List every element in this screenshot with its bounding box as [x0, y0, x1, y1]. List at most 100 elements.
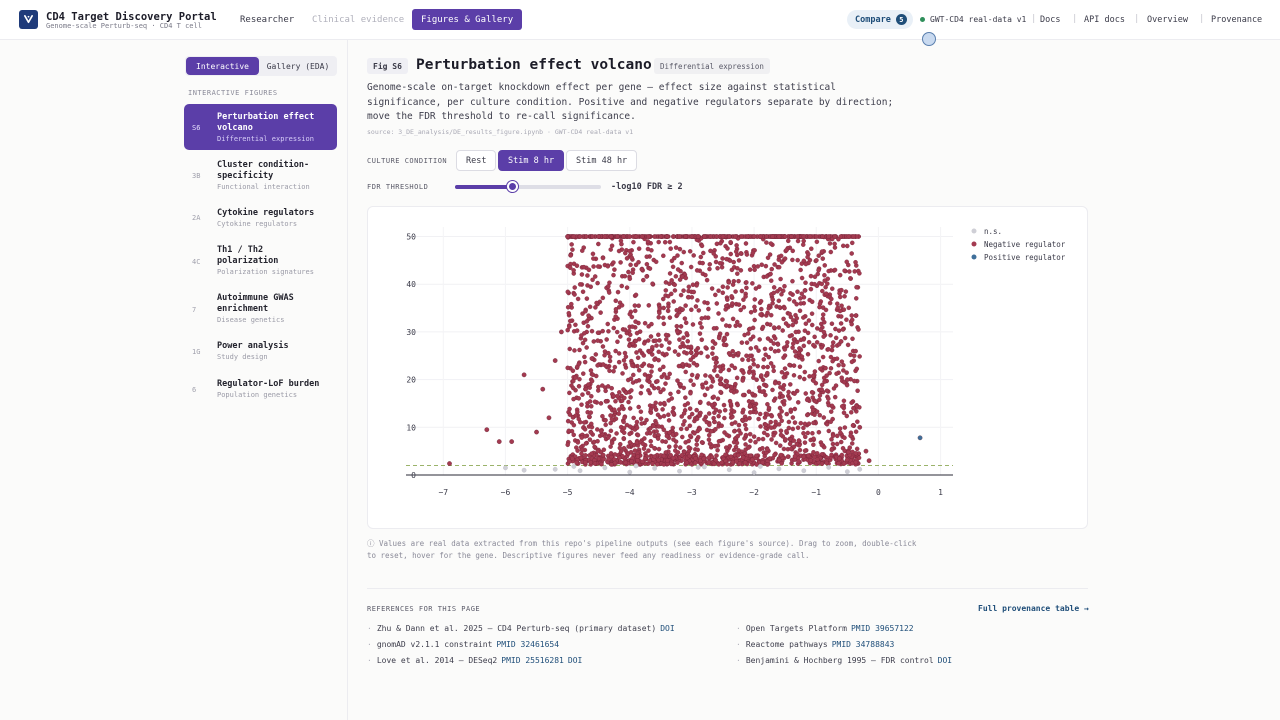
- negative-regulator-point[interactable]: [697, 426, 702, 432]
- negative-regulator-point[interactable]: [805, 453, 811, 458]
- negative-regulator-point[interactable]: [761, 357, 767, 362]
- negative-regulator-point[interactable]: [685, 401, 691, 406]
- negative-regulator-point[interactable]: [635, 454, 640, 459]
- negative-regulator-point[interactable]: [674, 307, 680, 313]
- negative-regulator-point[interactable]: [796, 459, 801, 464]
- negative-regulator-point[interactable]: [695, 234, 701, 239]
- negative-regulator-point[interactable]: [677, 234, 682, 239]
- negative-regulator-point[interactable]: [687, 363, 692, 368]
- negative-regulator-point[interactable]: [582, 354, 587, 360]
- negative-regulator-point[interactable]: [618, 442, 623, 447]
- negative-regulator-point[interactable]: [712, 443, 718, 449]
- negative-regulator-point[interactable]: [733, 323, 738, 328]
- negative-regulator-point[interactable]: [567, 390, 572, 396]
- negative-regulator-point[interactable]: [574, 328, 580, 333]
- reference-pmid-link[interactable]: PMID 25516281: [501, 656, 564, 665]
- negative-regulator-point[interactable]: [748, 438, 753, 444]
- negative-regulator-point[interactable]: [769, 413, 775, 419]
- negative-regulator-point[interactable]: [721, 402, 727, 408]
- negative-regulator-point[interactable]: [830, 358, 835, 364]
- negative-regulator-point[interactable]: [660, 407, 665, 412]
- negative-regulator-point[interactable]: [735, 402, 740, 408]
- negative-regulator-point[interactable]: [639, 384, 644, 389]
- negative-regulator-point[interactable]: [646, 363, 652, 368]
- negative-regulator-point[interactable]: [769, 266, 774, 272]
- negative-regulator-point[interactable]: [850, 336, 855, 342]
- negative-regulator-point[interactable]: [670, 432, 676, 437]
- negative-regulator-point[interactable]: [661, 427, 667, 432]
- ns-point[interactable]: [695, 465, 701, 470]
- negative-regulator-point[interactable]: [726, 351, 732, 356]
- negative-regulator-point[interactable]: [824, 373, 829, 378]
- negative-regulator-point[interactable]: [841, 398, 847, 404]
- negative-regulator-point[interactable]: [840, 327, 846, 332]
- negative-regulator-point[interactable]: [765, 447, 770, 452]
- negative-regulator-point[interactable]: [670, 234, 676, 239]
- negative-regulator-point[interactable]: [816, 429, 822, 435]
- negative-regulator-point[interactable]: [747, 353, 753, 359]
- negative-regulator-point[interactable]: [841, 363, 846, 368]
- negative-regulator-point[interactable]: [712, 368, 717, 373]
- negative-regulator-point[interactable]: [689, 411, 695, 417]
- negative-regulator-point[interactable]: [805, 254, 810, 260]
- negative-regulator-point[interactable]: [752, 406, 758, 411]
- negative-regulator-point[interactable]: [621, 387, 626, 392]
- negative-regulator-point[interactable]: [781, 398, 787, 404]
- negative-regulator-point[interactable]: [566, 428, 572, 434]
- negative-regulator-point[interactable]: [819, 442, 825, 448]
- negative-regulator-point[interactable]: [607, 358, 613, 364]
- negative-regulator-point[interactable]: [667, 315, 673, 320]
- negative-regulator-point[interactable]: [795, 400, 801, 405]
- negative-regulator-point[interactable]: [781, 355, 786, 360]
- negative-regulator-point[interactable]: [572, 285, 577, 290]
- negative-regulator-point[interactable]: [853, 459, 859, 465]
- negative-regulator-point[interactable]: [583, 460, 588, 465]
- negative-regulator-point[interactable]: [546, 415, 552, 421]
- negative-regulator-point[interactable]: [787, 362, 792, 368]
- negative-regulator-point[interactable]: [740, 392, 746, 398]
- negative-regulator-point[interactable]: [727, 443, 733, 449]
- negative-regulator-point[interactable]: [758, 312, 763, 317]
- negative-regulator-point[interactable]: [830, 433, 836, 439]
- negative-regulator-point[interactable]: [834, 371, 839, 376]
- negative-regulator-point[interactable]: [801, 454, 807, 460]
- negative-regulator-point[interactable]: [613, 307, 619, 312]
- negative-regulator-point[interactable]: [585, 404, 590, 409]
- negative-regulator-point[interactable]: [737, 323, 743, 328]
- negative-regulator-point[interactable]: [787, 396, 792, 401]
- negative-regulator-point[interactable]: [770, 234, 776, 239]
- negative-regulator-point[interactable]: [635, 355, 641, 361]
- negative-regulator-point[interactable]: [571, 422, 577, 428]
- negative-regulator-point[interactable]: [793, 329, 799, 335]
- negative-regulator-point[interactable]: [757, 337, 762, 342]
- negative-regulator-point[interactable]: [703, 345, 708, 350]
- negative-regulator-point[interactable]: [740, 378, 745, 383]
- negative-regulator-point[interactable]: [715, 447, 720, 453]
- negative-regulator-point[interactable]: [783, 321, 789, 326]
- negative-regulator-point[interactable]: [811, 378, 816, 383]
- negative-regulator-point[interactable]: [851, 234, 856, 239]
- negative-regulator-point[interactable]: [586, 414, 592, 419]
- negative-regulator-point[interactable]: [826, 268, 831, 274]
- negative-regulator-point[interactable]: [824, 460, 829, 466]
- negative-regulator-point[interactable]: [652, 357, 657, 362]
- negative-regulator-point[interactable]: [661, 305, 666, 311]
- negative-regulator-point[interactable]: [611, 272, 616, 278]
- negative-regulator-point[interactable]: [589, 328, 595, 334]
- negative-regulator-point[interactable]: [765, 432, 770, 438]
- negative-regulator-point[interactable]: [609, 454, 614, 460]
- negative-regulator-point[interactable]: [672, 288, 678, 293]
- negative-regulator-point[interactable]: [670, 455, 676, 461]
- negative-regulator-point[interactable]: [697, 320, 703, 326]
- ns-point[interactable]: [801, 468, 807, 474]
- negative-regulator-point[interactable]: [694, 416, 700, 422]
- negative-regulator-point[interactable]: [571, 432, 576, 438]
- negative-regulator-point[interactable]: [622, 327, 628, 332]
- negative-regulator-point[interactable]: [668, 246, 673, 251]
- negative-regulator-point[interactable]: [787, 297, 792, 302]
- negative-regulator-point[interactable]: [630, 363, 635, 368]
- negative-regulator-point[interactable]: [609, 462, 614, 467]
- negative-regulator-point[interactable]: [703, 272, 708, 278]
- negative-regulator-point[interactable]: [781, 446, 787, 452]
- negative-regulator-point[interactable]: [801, 431, 806, 436]
